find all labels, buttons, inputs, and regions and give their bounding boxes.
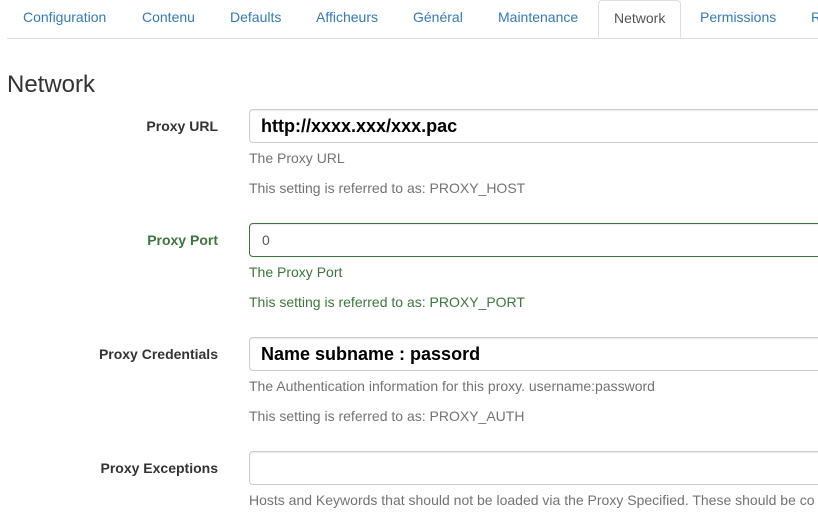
proxy-url-label: Proxy URL <box>146 118 218 134</box>
proxy-credentials-setting: This setting is referred to as: PROXY_AU… <box>249 408 525 424</box>
proxy-port-label: Proxy Port <box>147 232 218 248</box>
proxy-port-input[interactable] <box>249 223 818 257</box>
proxy-url-input[interactable] <box>249 109 818 143</box>
tab-general[interactable]: Général <box>413 0 463 37</box>
tab-contenu[interactable]: Contenu <box>142 0 195 37</box>
tab-afficheurs[interactable]: Afficheurs <box>316 0 378 37</box>
proxy-port-setting: This setting is referred to as: PROXY_PO… <box>249 294 525 310</box>
tab-configuration[interactable]: Configuration <box>23 0 106 37</box>
tab-maintenance[interactable]: Maintenance <box>498 0 578 37</box>
proxy-credentials-label: Proxy Credentials <box>98 346 218 362</box>
tab-truncated[interactable]: R <box>811 0 818 37</box>
proxy-exceptions-help: Hosts and Keywords that should not be lo… <box>249 492 815 508</box>
proxy-credentials-input[interactable] <box>249 337 818 371</box>
tab-permissions[interactable]: Permissions <box>700 0 776 37</box>
proxy-url-setting: This setting is referred to as: PROXY_HO… <box>249 180 526 196</box>
proxy-exceptions-label: Proxy Exceptions <box>100 460 219 476</box>
tab-defaults[interactable]: Defaults <box>230 0 281 37</box>
proxy-url-help: The Proxy URL <box>249 150 345 166</box>
proxy-credentials-help: The Authentication information for this … <box>249 378 655 394</box>
settings-tab-bar: Configuration Contenu Defaults Afficheur… <box>7 0 818 39</box>
section-title: Network <box>7 71 96 98</box>
proxy-exceptions-input[interactable] <box>249 451 818 485</box>
tab-network[interactable]: Network <box>598 0 682 38</box>
proxy-port-help: The Proxy Port <box>249 264 343 280</box>
